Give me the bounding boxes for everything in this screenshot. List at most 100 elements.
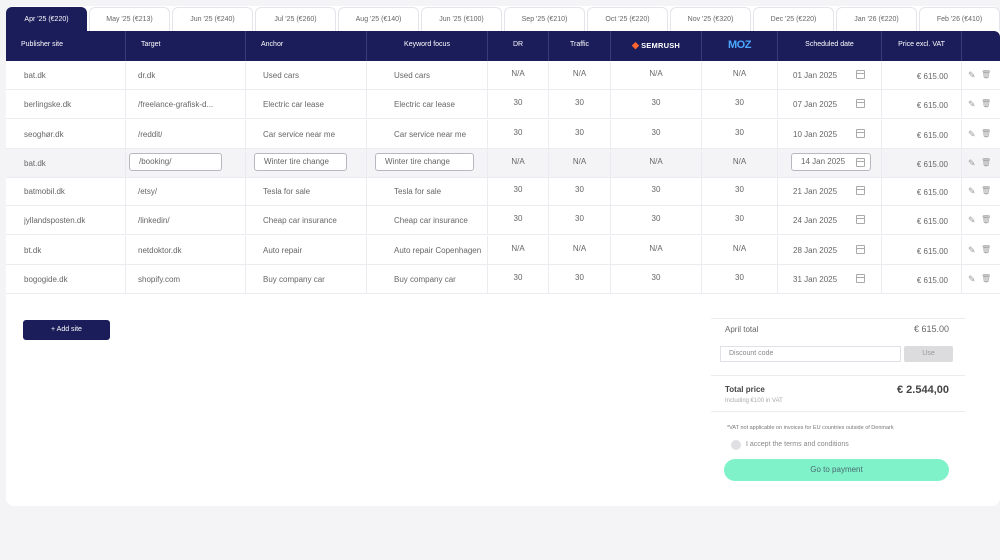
calendar-icon[interactable]: [856, 245, 865, 254]
edit-icon[interactable]: ✎: [968, 99, 976, 109]
delete-icon[interactable]: 🗑: [981, 158, 991, 168]
terms-label: I accept the terms and conditions: [746, 441, 849, 448]
target-cell: dr.dk: [126, 61, 246, 90]
edit-icon[interactable]: ✎: [968, 215, 976, 225]
delete-icon[interactable]: 🗑: [981, 274, 991, 284]
row-actions: ✎ 🗑: [962, 265, 1000, 294]
traffic-cell: N/A: [549, 236, 611, 265]
month-tab[interactable]: Jul '25 (€260): [255, 7, 336, 31]
month-tab[interactable]: Nov '25 (€320): [670, 7, 751, 31]
price-cell-text: € 615.00: [916, 131, 948, 140]
edit-icon[interactable]: ✎: [968, 70, 976, 80]
semrush-cell-text: N/A: [649, 69, 663, 78]
moz-cell-text: 30: [735, 128, 744, 137]
calendar-icon[interactable]: [856, 274, 865, 283]
delete-icon[interactable]: 🗑: [981, 99, 991, 109]
date-cell: 10 Jan 2025: [778, 120, 882, 149]
month-tab[interactable]: Jun '25 (€240): [172, 7, 253, 31]
use-discount-button[interactable]: Use: [904, 346, 953, 362]
month-tab[interactable]: Feb '26 (€410): [919, 7, 1000, 31]
publisher-cell-text: berlingske.dk: [24, 100, 72, 109]
calendar-icon[interactable]: [856, 158, 865, 167]
anchor-cell: Used cars: [246, 61, 367, 90]
edit-icon[interactable]: ✎: [968, 186, 976, 196]
dr-cell: 30: [488, 90, 549, 119]
traffic-cell-text: N/A: [572, 69, 587, 78]
traffic-cell-text: 30: [575, 185, 584, 194]
target-cell: /linkedin/: [126, 206, 246, 235]
edit-icon[interactable]: ✎: [968, 129, 976, 139]
table-row: batmobil.dk/etsy/Tesla for sale Tesla for…: [6, 177, 1000, 206]
moz-logo: MOZ: [728, 39, 751, 51]
target-cell-text: dr.dk: [138, 71, 156, 80]
discount-code-input[interactable]: Discount code: [720, 346, 901, 362]
edit-icon[interactable]: ✎: [968, 158, 976, 168]
keyword-cell-text: Buy company car: [394, 275, 456, 284]
add-site-button[interactable]: + Add site: [23, 320, 110, 340]
delete-icon[interactable]: 🗑: [981, 70, 991, 80]
moz-cell-text: 30: [735, 185, 744, 194]
keyword-input[interactable]: Winter tire change: [375, 153, 474, 171]
target-cell-text: /reddit/: [138, 130, 163, 139]
anchor-cell-text: Auto repair: [263, 246, 303, 255]
calendar-icon[interactable]: [856, 215, 865, 224]
date-cell: 31 Jan 2025: [778, 265, 882, 294]
calendar-icon[interactable]: [856, 186, 865, 195]
anchor-cell-text: Electric car lease: [263, 100, 324, 109]
order-summary: April total € 615.00 Discount code Use T…: [711, 318, 965, 498]
delete-icon[interactable]: 🗑: [981, 129, 991, 139]
calendar-icon[interactable]: [856, 99, 865, 108]
publisher-cell: bat.dk: [6, 61, 126, 90]
month-tab[interactable]: Dec '25 (€220): [753, 7, 834, 31]
table-row: bat.dk/booking/Winter tire change Winter …: [6, 149, 1000, 178]
moz-cell: N/A: [702, 61, 778, 90]
semrush-cell-text: N/A: [649, 157, 663, 166]
delete-icon[interactable]: 🗑: [981, 186, 991, 196]
dr-cell: N/A: [488, 236, 549, 265]
anchor-cell-text: Cheap car insurance: [263, 216, 337, 225]
semrush-logo-icon: ◆: [631, 40, 640, 50]
edit-icon[interactable]: ✎: [968, 274, 976, 284]
publisher-cell: berlingske.dk: [6, 90, 126, 119]
moz-cell: 30: [702, 120, 778, 149]
keyword-cell: Electric car lease: [367, 90, 488, 119]
row-actions: ✎ 🗑: [962, 120, 1000, 149]
price-cell: € 615.00: [882, 61, 962, 90]
price-cell-text: € 615.00: [916, 247, 948, 256]
semrush-cell: 30: [611, 206, 702, 235]
dr-cell: 30: [488, 177, 549, 206]
month-tab[interactable]: Sep '25 (€210): [504, 7, 585, 31]
delete-icon[interactable]: 🗑: [981, 215, 991, 225]
month-tab[interactable]: Aug '25 (€140): [338, 7, 419, 31]
date-cell: 28 Jan 2025: [778, 236, 882, 265]
traffic-cell-text: N/A: [572, 157, 587, 166]
traffic-cell: 30: [549, 265, 611, 294]
month-tab[interactable]: Apr '25 (€220): [6, 7, 87, 32]
target-input[interactable]: /booking/: [129, 153, 222, 171]
dr-cell-text: N/A: [511, 69, 525, 78]
anchor-input[interactable]: Winter tire change: [254, 153, 347, 171]
summary-divider: [711, 411, 965, 412]
table-row: bogogide.dk shopify.com Buy company car Buy…: [6, 265, 1000, 294]
price-cell: € 615.00: [882, 236, 962, 265]
month-total-value: € 615.00: [913, 324, 949, 334]
delete-icon[interactable]: 🗑: [981, 245, 991, 255]
publisher-cell-text: bt.dk: [24, 246, 42, 255]
keyword-cell: Used cars: [367, 61, 488, 90]
month-tab[interactable]: Jun '25 (€100): [421, 7, 502, 31]
calendar-icon[interactable]: [856, 129, 865, 138]
month-tab[interactable]: Oct '25 (€220): [587, 7, 668, 31]
semrush-cell: N/A: [611, 236, 702, 265]
publisher-cell: bogogide.dk: [6, 265, 126, 294]
calendar-icon[interactable]: [856, 70, 865, 79]
edit-icon[interactable]: ✎: [968, 245, 976, 255]
date-cell-text: 07 Jan 2025: [793, 100, 838, 109]
month-tab[interactable]: May '25 (€213): [89, 7, 170, 31]
moz-cell-text: 30: [735, 98, 744, 107]
traffic-cell: 30: [549, 206, 611, 235]
anchor-cell: Tesla for sale: [246, 177, 367, 206]
month-tab[interactable]: Jan '26 (€220): [836, 7, 917, 31]
go-to-payment-button[interactable]: Go to payment: [724, 459, 949, 481]
terms-checkbox[interactable]: [731, 440, 741, 450]
keyword-cell-text: Tesla for sale: [394, 187, 442, 196]
